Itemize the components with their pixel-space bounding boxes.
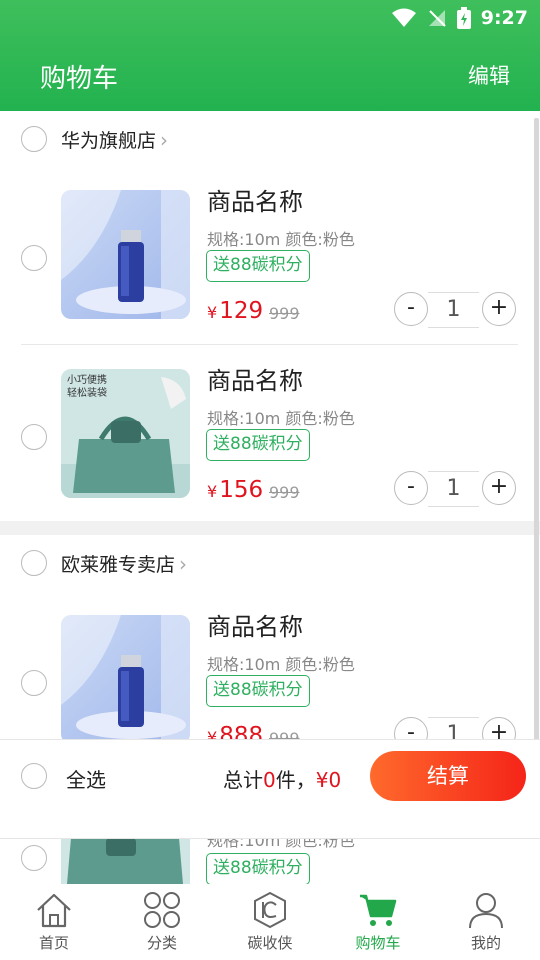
page-title: 购物车: [40, 64, 119, 94]
tab-label: 首页: [38, 934, 69, 952]
store-link[interactable]: 欧莱雅专卖店 ›: [61, 550, 187, 577]
carbon-points-badge: 送88碳积分: [206, 853, 310, 884]
quantity-stepper: - 1 +: [394, 471, 516, 507]
carbon-points-badge: 送88碳积分: [206, 429, 310, 461]
bottom-tab-bar: 首页 分类 碳收侠 购物车 我的: [0, 884, 540, 960]
original-price: 999: [269, 304, 300, 323]
tab-home[interactable]: 首页: [0, 884, 108, 960]
store-separator: [0, 521, 540, 535]
tab-cart[interactable]: 购物车: [324, 884, 432, 960]
product-image[interactable]: [61, 190, 190, 319]
increase-button[interactable]: +: [482, 292, 516, 326]
product-price: ¥129: [207, 298, 263, 324]
product-image[interactable]: [61, 615, 190, 744]
total-prefix: 总计: [223, 768, 263, 792]
home-icon: [37, 893, 71, 928]
tab-label: 购物车: [355, 934, 401, 952]
select-all-label[interactable]: 全选: [66, 764, 106, 793]
increase-button[interactable]: +: [482, 471, 516, 505]
store-link[interactable]: 华为旗舰店 ›: [61, 126, 168, 153]
status-time: 9:27: [480, 7, 528, 29]
cart-item: 商品名称 规格:10m 颜色:粉色 送88碳积分 ¥129 999 - 1 +: [0, 168, 540, 343]
store-name: 华为旗舰店: [61, 129, 157, 152]
product-spec: 规格:10m 颜色:粉色: [207, 655, 355, 674]
profile-icon: [469, 893, 503, 929]
store-header: 华为旗舰店 ›: [0, 111, 540, 167]
chevron-right-icon: ›: [179, 551, 188, 576]
quantity-value[interactable]: 1: [428, 471, 479, 507]
no-signal-icon: [428, 10, 446, 27]
item-divider: [21, 344, 518, 345]
decrease-button[interactable]: -: [394, 471, 428, 505]
settle-button[interactable]: 结算: [370, 751, 526, 801]
cart-item: 小巧便携 轻松装袋 商品名称 规格:10m 颜色:粉色 送88碳积分 ¥156 …: [0, 347, 540, 522]
tab-label: 我的: [470, 934, 501, 952]
item-select-radio[interactable]: [21, 245, 47, 271]
product-spec: 规格:10m 颜色:粉色: [207, 838, 355, 850]
tab-category[interactable]: 分类: [108, 884, 216, 960]
product-name[interactable]: 商品名称: [207, 182, 303, 217]
total-mid: 件，: [275, 768, 316, 792]
total-count: 0: [263, 768, 276, 792]
cart-icon: [360, 894, 397, 926]
store-select-radio[interactable]: [21, 126, 47, 152]
checkout-bar: 全选 总计0件，¥0 结算: [0, 739, 540, 839]
tab-carbon[interactable]: 碳收侠: [216, 884, 324, 960]
quantity-stepper: - 1 +: [394, 292, 516, 328]
total-amount: ¥0: [315, 768, 342, 792]
product-name[interactable]: 商品名称: [207, 361, 303, 396]
quantity-value[interactable]: 1: [428, 292, 479, 328]
carbon-icon: [254, 891, 286, 929]
app-header: 9:27 购物车 编辑: [0, 0, 540, 111]
currency-symbol: ¥: [207, 303, 218, 322]
tab-profile[interactable]: 我的: [432, 884, 540, 960]
cart-item-partial: 规格:10m 颜色:粉色 送88碳积分: [0, 838, 540, 884]
product-spec: 规格:10m 颜色:粉色: [207, 230, 355, 249]
tab-label: 分类: [146, 934, 177, 952]
image-caption-line: 轻松装袋: [67, 388, 107, 399]
total-summary: 总计0件，¥0: [223, 764, 341, 793]
select-all-radio[interactable]: [21, 763, 47, 789]
item-select-radio[interactable]: [21, 424, 47, 450]
store-select-radio[interactable]: [21, 550, 47, 576]
product-image[interactable]: [61, 838, 190, 884]
edit-button[interactable]: 编辑: [468, 60, 510, 90]
status-bar: 9:27: [391, 0, 540, 36]
store-name: 欧莱雅专卖店: [61, 553, 176, 576]
carbon-points-badge: 送88碳积分: [206, 250, 310, 282]
product-spec: 规格:10m 颜色:粉色: [207, 409, 355, 428]
category-icon: [144, 892, 180, 928]
item-select-radio[interactable]: [21, 845, 47, 871]
carbon-points-badge: 送88碳积分: [206, 675, 310, 707]
product-name[interactable]: 商品名称: [207, 607, 303, 642]
item-select-radio[interactable]: [21, 670, 47, 696]
image-caption: 小巧便携 轻松装袋: [67, 374, 107, 400]
currency-symbol: ¥: [207, 482, 218, 501]
chevron-right-icon: ›: [160, 127, 169, 152]
decrease-button[interactable]: -: [394, 292, 428, 326]
product-image[interactable]: 小巧便携 轻松装袋: [61, 369, 190, 498]
tab-label: 碳收侠: [247, 934, 293, 952]
price-value: 129: [219, 298, 264, 324]
price-value: 156: [219, 477, 264, 503]
product-price: ¥156: [207, 477, 263, 503]
scrollbar[interactable]: [534, 118, 539, 768]
store-header: 欧莱雅专卖店 ›: [0, 535, 540, 591]
image-caption-line: 小巧便携: [67, 375, 107, 386]
original-price: 999: [269, 483, 300, 502]
wifi-icon: [391, 8, 416, 27]
battery-icon: [456, 7, 471, 29]
